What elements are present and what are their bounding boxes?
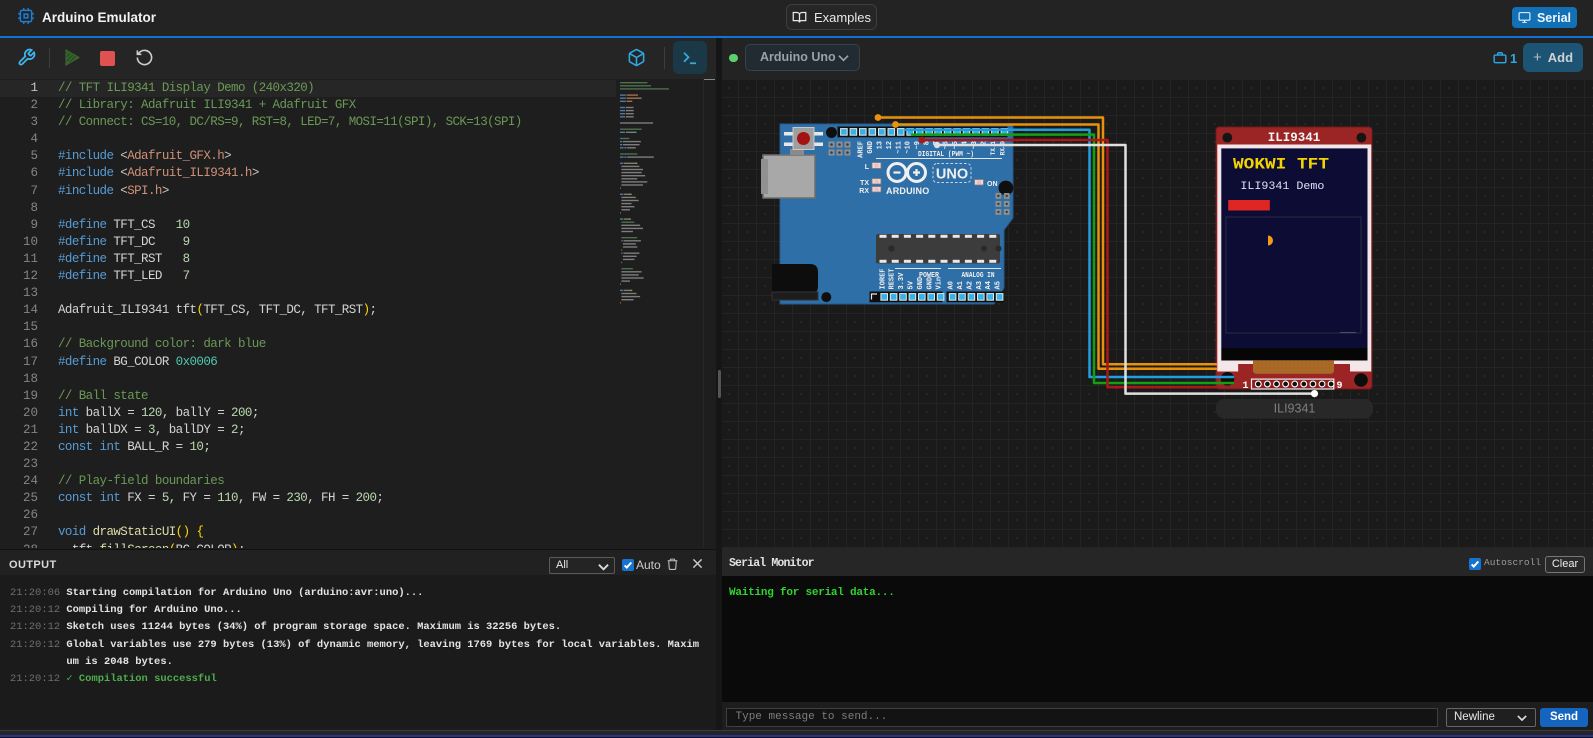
svg-text:IOREF: IOREF xyxy=(879,268,887,289)
svg-text:WOKWI TFT: WOKWI TFT xyxy=(1233,156,1329,174)
svg-text:ILI9341: ILI9341 xyxy=(1274,402,1316,416)
svg-text:RX←0: RX←0 xyxy=(999,141,1006,156)
svg-text:A2: A2 xyxy=(966,281,974,289)
svg-text:ANALOG IN: ANALOG IN xyxy=(962,272,995,280)
svg-text:A0: A0 xyxy=(948,281,956,289)
svg-text:GND: GND xyxy=(867,141,875,154)
svg-text:9: 9 xyxy=(1337,381,1343,392)
svg-text:POWER: POWER xyxy=(919,272,940,280)
svg-text:1: 1 xyxy=(1242,381,1248,392)
svg-text:3.3V: 3.3V xyxy=(898,272,906,290)
svg-text:L: L xyxy=(865,164,870,171)
svg-text:TX→1: TX→1 xyxy=(990,141,997,156)
svg-text:ILI9341 Demo: ILI9341 Demo xyxy=(1240,181,1324,193)
svg-text:A4: A4 xyxy=(985,281,993,289)
svg-text:A3: A3 xyxy=(976,281,984,289)
svg-text:TX: TX xyxy=(860,180,869,187)
svg-text:~11: ~11 xyxy=(895,141,903,154)
svg-text:A5: A5 xyxy=(995,281,1003,289)
svg-text:~10: ~10 xyxy=(905,141,913,154)
svg-text:ON: ON xyxy=(987,181,998,188)
svg-text:ILI9341: ILI9341 xyxy=(1268,131,1321,145)
svg-text:12: 12 xyxy=(886,141,894,149)
svg-text:ARDUINO: ARDUINO xyxy=(886,186,929,196)
svg-text:A1: A1 xyxy=(957,281,965,289)
svg-text:RX: RX xyxy=(859,188,869,195)
svg-text:DIGITAL (PWM ~): DIGITAL (PWM ~) xyxy=(918,151,974,159)
svg-text:AREF: AREF xyxy=(858,141,866,158)
svg-text:UNO: UNO xyxy=(936,167,968,183)
svg-text:RESET: RESET xyxy=(889,268,897,289)
svg-text:13: 13 xyxy=(877,141,885,149)
svg-text:5V: 5V xyxy=(908,280,916,289)
